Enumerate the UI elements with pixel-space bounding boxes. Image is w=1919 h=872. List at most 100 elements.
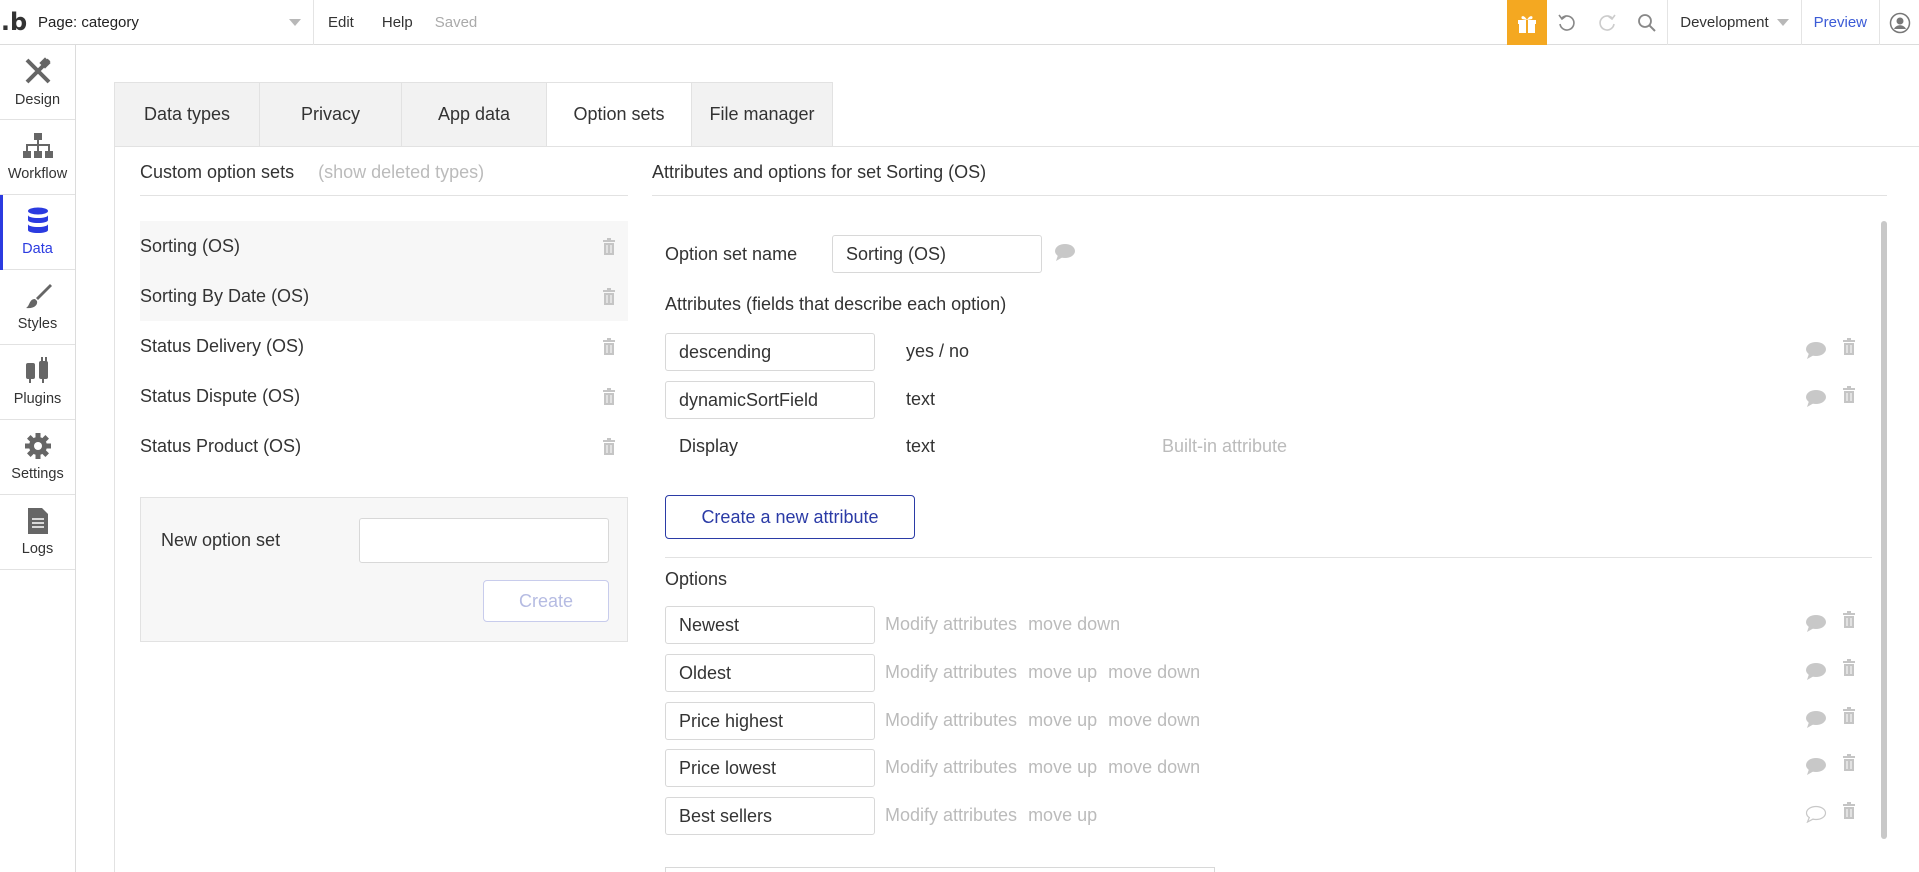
data-tabs: Data types Privacy App data Option sets … (114, 82, 833, 147)
sidebar-item-label: Workflow (7, 166, 68, 182)
move-up-link[interactable]: move up (1028, 805, 1097, 826)
sidebar-item-label: Design (14, 92, 61, 108)
attribute-type[interactable]: text (906, 389, 935, 410)
trash-icon[interactable] (602, 387, 616, 405)
brush-icon (25, 284, 52, 309)
page-selector-label: Page: category (38, 13, 139, 31)
sidebar-item-logs[interactable]: Logs (0, 495, 75, 570)
trash-icon[interactable] (1842, 386, 1856, 403)
builtin-attribute-name: Display (679, 436, 739, 456)
workflow-icon (22, 133, 53, 158)
list-item[interactable]: Status Product (OS) (140, 421, 628, 471)
redo-button[interactable] (1587, 0, 1627, 45)
edit-menu[interactable]: Edit (314, 14, 368, 31)
comment-icon[interactable] (1805, 710, 1827, 728)
top-bar: .b Page: category Edit Help Saved Develo… (0, 0, 1919, 45)
sidebar-item-label: Logs (21, 541, 54, 557)
trash-icon[interactable] (602, 287, 616, 305)
sidebar-item-data[interactable]: Data (0, 195, 75, 270)
attribute-type[interactable]: yes / no (906, 341, 969, 362)
option-value-input[interactable]: Price highest (665, 702, 875, 740)
list-item[interactable]: Status Dispute (OS) (140, 371, 628, 421)
option-set-name: Sorting By Date (OS) (140, 285, 310, 306)
comment-icon[interactable] (1054, 243, 1076, 261)
sidebar-item-label: Settings (11, 466, 64, 482)
modify-attributes-link[interactable]: Modify attributes (885, 757, 1017, 778)
comment-icon[interactable] (1805, 614, 1827, 632)
move-down-link[interactable]: move down (1108, 662, 1200, 683)
attribute-name-input[interactable]: dynamicSortField (665, 381, 875, 419)
list-item[interactable]: Sorting By Date (OS) (140, 271, 628, 321)
attributes-label: Attributes (fields that describe each op… (665, 294, 1007, 314)
move-down-link[interactable]: move down (1108, 757, 1200, 778)
sidebar-item-label: Data (22, 241, 53, 257)
trash-icon[interactable] (602, 337, 616, 355)
trash-icon[interactable] (602, 437, 616, 455)
sidebar-item-styles[interactable]: Styles (0, 270, 75, 345)
list-item[interactable]: Status Delivery (OS) (140, 321, 628, 371)
undo-button[interactable] (1547, 0, 1587, 45)
trash-icon[interactable] (1842, 659, 1856, 676)
tab-option-sets[interactable]: Option sets (546, 82, 691, 147)
preview-button[interactable]: Preview (1800, 0, 1879, 45)
page-selector[interactable]: Page: category (28, 0, 314, 45)
comment-icon[interactable] (1805, 662, 1827, 680)
undo-icon (1558, 14, 1575, 31)
create-attribute-button[interactable]: Create a new attribute (665, 495, 915, 539)
modify-attributes-link[interactable]: Modify attributes (885, 805, 1017, 826)
modify-attributes-link[interactable]: Modify attributes (885, 614, 1017, 635)
help-menu[interactable]: Help (368, 14, 427, 31)
trash-icon[interactable] (1842, 611, 1856, 628)
sidebar-item-settings[interactable]: Settings (0, 420, 75, 495)
environment-selector[interactable]: Development (1667, 0, 1800, 45)
tab-privacy[interactable]: Privacy (259, 82, 401, 147)
tab-data-types[interactable]: Data types (114, 82, 259, 147)
sidebar-item-plugins[interactable]: Plugins (0, 345, 75, 420)
option-value-input[interactable]: Best sellers (665, 797, 875, 835)
move-down-link[interactable]: move down (1028, 614, 1120, 635)
create-button[interactable]: Create (483, 580, 609, 622)
main-sidebar: Design Workflow Data Styles Plugins Sett… (0, 45, 76, 872)
move-down-link[interactable]: move down (1108, 710, 1200, 731)
search-icon (1638, 13, 1656, 32)
custom-option-sets-header: Custom option sets (show deleted types) (140, 162, 628, 196)
account-button[interactable] (1879, 0, 1919, 45)
option-set-name-label: Option set name (665, 244, 798, 264)
new-option-input-partial[interactable] (665, 867, 1215, 872)
trash-icon[interactable] (1842, 707, 1856, 724)
tab-app-data[interactable]: App data (401, 82, 546, 147)
new-option-set-input[interactable] (359, 518, 609, 563)
option-value-input[interactable]: Newest (665, 606, 875, 644)
search-button[interactable] (1627, 0, 1667, 45)
move-up-link[interactable]: move up (1028, 662, 1097, 683)
comment-icon[interactable] (1805, 341, 1827, 359)
comment-outline-icon[interactable] (1805, 805, 1827, 823)
sidebar-item-workflow[interactable]: Workflow (0, 120, 75, 195)
option-set-name-input[interactable]: Sorting (OS) (832, 235, 1042, 273)
scrollbar[interactable] (1881, 221, 1887, 839)
option-value-input[interactable]: Oldest (665, 654, 875, 692)
bubble-logo[interactable]: .b (0, 0, 28, 45)
modify-attributes-link[interactable]: Modify attributes (885, 710, 1017, 731)
modify-attributes-link[interactable]: Modify attributes (885, 662, 1017, 683)
list-item[interactable]: Sorting (OS) (140, 221, 628, 271)
option-set-name: Status Dispute (OS) (140, 385, 301, 406)
tab-file-manager[interactable]: File manager (691, 82, 833, 147)
gift-button[interactable] (1507, 0, 1548, 45)
trash-icon[interactable] (602, 237, 616, 255)
sidebar-item-design[interactable]: Design (0, 45, 75, 120)
attribute-name-input[interactable]: descending (665, 333, 875, 371)
option-value-input[interactable]: Price lowest (665, 749, 875, 787)
comment-icon[interactable] (1805, 389, 1827, 407)
trash-icon[interactable] (1842, 338, 1856, 355)
option-actions: Modify attributes move up move down (885, 662, 1211, 683)
comment-icon[interactable] (1805, 757, 1827, 775)
show-deleted-link[interactable]: (show deleted types) (318, 162, 484, 183)
save-status: Saved (434, 13, 478, 31)
move-up-link[interactable]: move up (1028, 710, 1097, 731)
move-up-link[interactable]: move up (1028, 757, 1097, 778)
new-option-set-label: New option set (161, 530, 281, 550)
builtin-attribute-note: Built-in attribute (1162, 436, 1288, 456)
trash-icon[interactable] (1842, 802, 1856, 819)
trash-icon[interactable] (1842, 754, 1856, 771)
